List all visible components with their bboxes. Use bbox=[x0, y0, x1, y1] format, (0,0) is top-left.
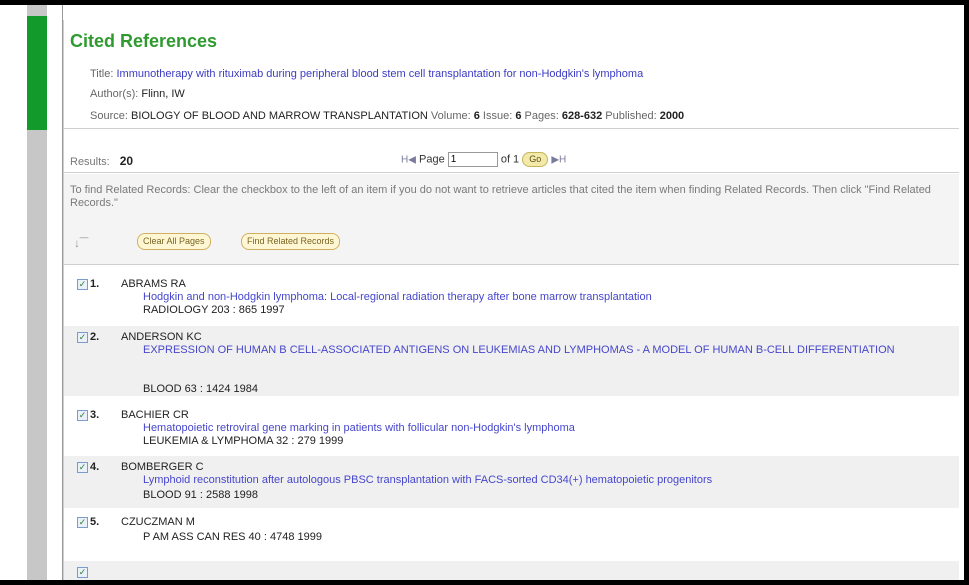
reference-title-link[interactable]: Lymphoid reconstitution after autologous… bbox=[143, 474, 933, 487]
reference-checkbox[interactable]: ✓ bbox=[77, 410, 88, 421]
reference-source: P AM ASS CAN RES 40 : 4748 1999 bbox=[143, 531, 322, 543]
source-label: Source: bbox=[90, 110, 128, 122]
record-published: 2000 bbox=[659, 110, 685, 122]
record-volume: 6 bbox=[473, 110, 480, 122]
go-button[interactable]: Go bbox=[522, 152, 549, 167]
frame-right-border bbox=[964, 0, 969, 585]
record-source: BIOLOGY OF BLOOD AND MARROW TRANSPLANTAT… bbox=[130, 110, 428, 122]
last-page-icon[interactable]: H bbox=[559, 154, 566, 165]
page-of-label: of 1 bbox=[500, 153, 520, 166]
page-input[interactable] bbox=[447, 152, 498, 167]
divider bbox=[64, 172, 959, 173]
pagination: H◀ Page of 1 Go ▶H bbox=[401, 152, 566, 167]
reference-source: LEUKEMIA & LYMPHOMA 32 : 279 1999 bbox=[143, 435, 344, 447]
reference-item-partial: ✓ bbox=[64, 561, 959, 580]
author-label: Author(s): bbox=[90, 88, 139, 100]
record-title-line: Title: Immunotherapy with rituximab duri… bbox=[90, 68, 643, 80]
divider bbox=[64, 264, 959, 265]
record-issue: 6 bbox=[515, 110, 522, 122]
divider bbox=[64, 128, 959, 129]
prev-page-icon[interactable]: ◀ bbox=[408, 154, 416, 165]
reference-checkbox[interactable]: ✓ bbox=[77, 332, 88, 343]
reference-title-link[interactable]: Hematopoietic retroviral gene marking in… bbox=[143, 422, 933, 435]
record-author-line: Author(s): Flinn, IW bbox=[90, 88, 185, 100]
results-count: 20 bbox=[119, 154, 134, 168]
next-page-icon[interactable]: ▶ bbox=[551, 154, 559, 165]
record-pages: 628-632 bbox=[561, 110, 603, 122]
page-title: Cited References bbox=[70, 31, 218, 51]
record-source-line: Source: BIOLOGY OF BLOOD AND MARROW TRAN… bbox=[90, 110, 684, 122]
side-rail-accent bbox=[27, 16, 47, 130]
reference-checkbox[interactable]: ✓ bbox=[77, 567, 88, 578]
frame-top-border bbox=[0, 0, 969, 5]
reference-item: ✓ 1. ABRAMS RA Hodgkin and non-Hodgkin l… bbox=[64, 273, 959, 319]
issue-label: Issue: bbox=[482, 110, 513, 122]
reference-number: 5. bbox=[90, 516, 100, 528]
reference-title-link[interactable]: Hodgkin and non-Hodgkin lymphoma: Local-… bbox=[143, 291, 933, 304]
reference-checkbox[interactable]: ✓ bbox=[77, 279, 88, 290]
reference-number: 3. bbox=[90, 409, 100, 421]
reference-author: ABRAMS RA bbox=[121, 278, 186, 290]
reference-source: BLOOD 63 : 1424 1984 bbox=[143, 383, 258, 395]
volume-label: Volume: bbox=[430, 110, 471, 122]
reference-title-link[interactable]: EXPRESSION OF HUMAN B CELL-ASSOCIATED AN… bbox=[143, 344, 933, 357]
frame-bottom-border bbox=[0, 580, 969, 585]
reference-number: 1. bbox=[90, 278, 100, 290]
select-all-bracket-icon: ↓‾‾ bbox=[74, 236, 88, 250]
instructions-text: To find Related Records: Clear the check… bbox=[70, 184, 931, 209]
find-related-records-button[interactable]: Find Related Records bbox=[241, 233, 341, 250]
reference-item: ✓ 5. CZUCZMAN M P AM ASS CAN RES 40 : 47… bbox=[64, 511, 959, 559]
page-label: Page bbox=[419, 153, 445, 166]
reference-source: BLOOD 91 : 2588 1998 bbox=[143, 489, 258, 501]
reference-checkbox[interactable]: ✓ bbox=[77, 462, 88, 473]
reference-item: ✓ 3. BACHIER CR Hematopoietic retroviral… bbox=[64, 404, 959, 452]
reference-number: 4. bbox=[90, 461, 100, 473]
clear-all-pages-button[interactable]: Clear All Pages bbox=[137, 233, 211, 250]
reference-checkbox[interactable]: ✓ bbox=[77, 517, 88, 528]
reference-number: 2. bbox=[90, 331, 100, 343]
record-title-link[interactable]: Immunotherapy with rituximab during peri… bbox=[117, 68, 644, 80]
reference-source: RADIOLOGY 203 : 865 1997 bbox=[143, 304, 285, 316]
reference-item: ✓ 2. ANDERSON KC EXPRESSION OF HUMAN B C… bbox=[64, 326, 959, 396]
results-label: Results: bbox=[70, 156, 110, 168]
published-label: Published: bbox=[605, 110, 657, 122]
reference-author: CZUCZMAN M bbox=[121, 516, 195, 528]
reference-author: BACHIER CR bbox=[121, 409, 189, 421]
pages-label: Pages: bbox=[524, 110, 559, 122]
record-author: Flinn, IW bbox=[141, 88, 185, 100]
cited-references-panel: Cited References Title: Immunotherapy wi… bbox=[63, 20, 959, 580]
reference-author: BOMBERGER C bbox=[121, 461, 204, 473]
reference-item: ✓ 4. BOMBERGER C Lymphoid reconstitution… bbox=[64, 456, 959, 508]
title-label: Title: bbox=[90, 68, 114, 80]
results-summary: Results: 20 bbox=[70, 154, 133, 168]
reference-author: ANDERSON KC bbox=[121, 331, 202, 343]
